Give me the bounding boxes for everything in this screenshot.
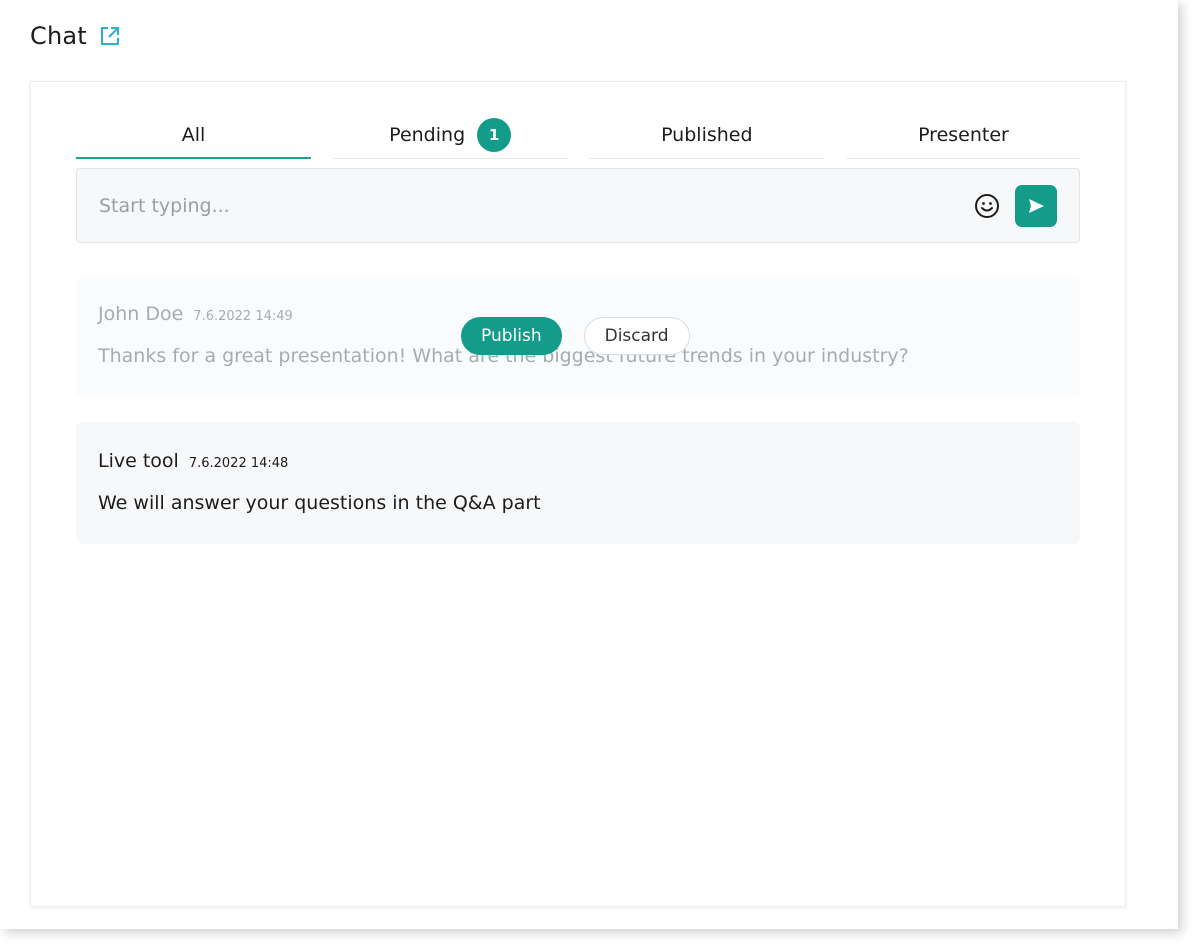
tab-all[interactable]: All bbox=[76, 112, 311, 159]
message-composer bbox=[76, 168, 1080, 243]
message-author: John Doe bbox=[98, 303, 184, 325]
tab-published[interactable]: Published bbox=[589, 112, 825, 159]
page-title: Chat bbox=[30, 22, 87, 50]
chat-tabs: All Pending 1 Published Presenter bbox=[76, 112, 1081, 159]
tab-presenter[interactable]: Presenter bbox=[845, 112, 1081, 159]
message-pending: John Doe 7.6.2022 14:49 Thanks for a gre… bbox=[76, 277, 1080, 397]
message-timestamp: 7.6.2022 14:49 bbox=[193, 309, 293, 324]
chat-header: Chat bbox=[30, 22, 121, 50]
send-arrow-icon bbox=[1029, 198, 1044, 213]
message-header: Live tool 7.6.2022 14:48 bbox=[98, 450, 288, 472]
tab-label: Pending bbox=[389, 124, 466, 146]
message-header: John Doe 7.6.2022 14:49 bbox=[98, 303, 293, 325]
tab-label: Presenter bbox=[918, 124, 1009, 146]
app-window: Chat All Pending 1 Published Presenter S… bbox=[0, 0, 1178, 929]
tab-label: All bbox=[181, 123, 206, 146]
discard-button[interactable]: Discard bbox=[583, 317, 690, 355]
message-timestamp: 7.6.2022 14:48 bbox=[188, 456, 289, 471]
message-published: Live tool 7.6.2022 14:48 We will answer … bbox=[76, 422, 1080, 544]
message-author: Live tool bbox=[98, 450, 179, 472]
send-button[interactable] bbox=[1015, 184, 1057, 227]
smiley-icon[interactable] bbox=[971, 190, 1003, 222]
publish-button[interactable]: Publish bbox=[461, 317, 562, 355]
tab-pending[interactable]: Pending 1 bbox=[332, 112, 568, 159]
external-link-icon[interactable] bbox=[99, 25, 121, 47]
pending-count-badge: 1 bbox=[477, 118, 512, 152]
tab-label: Published bbox=[661, 124, 753, 146]
message-input[interactable] bbox=[77, 169, 971, 242]
message-text: We will answer your questions in the Q&A… bbox=[98, 492, 541, 514]
chat-panel: All Pending 1 Published Presenter Start … bbox=[30, 81, 1126, 907]
moderation-actions: Publish Discard bbox=[461, 317, 690, 355]
